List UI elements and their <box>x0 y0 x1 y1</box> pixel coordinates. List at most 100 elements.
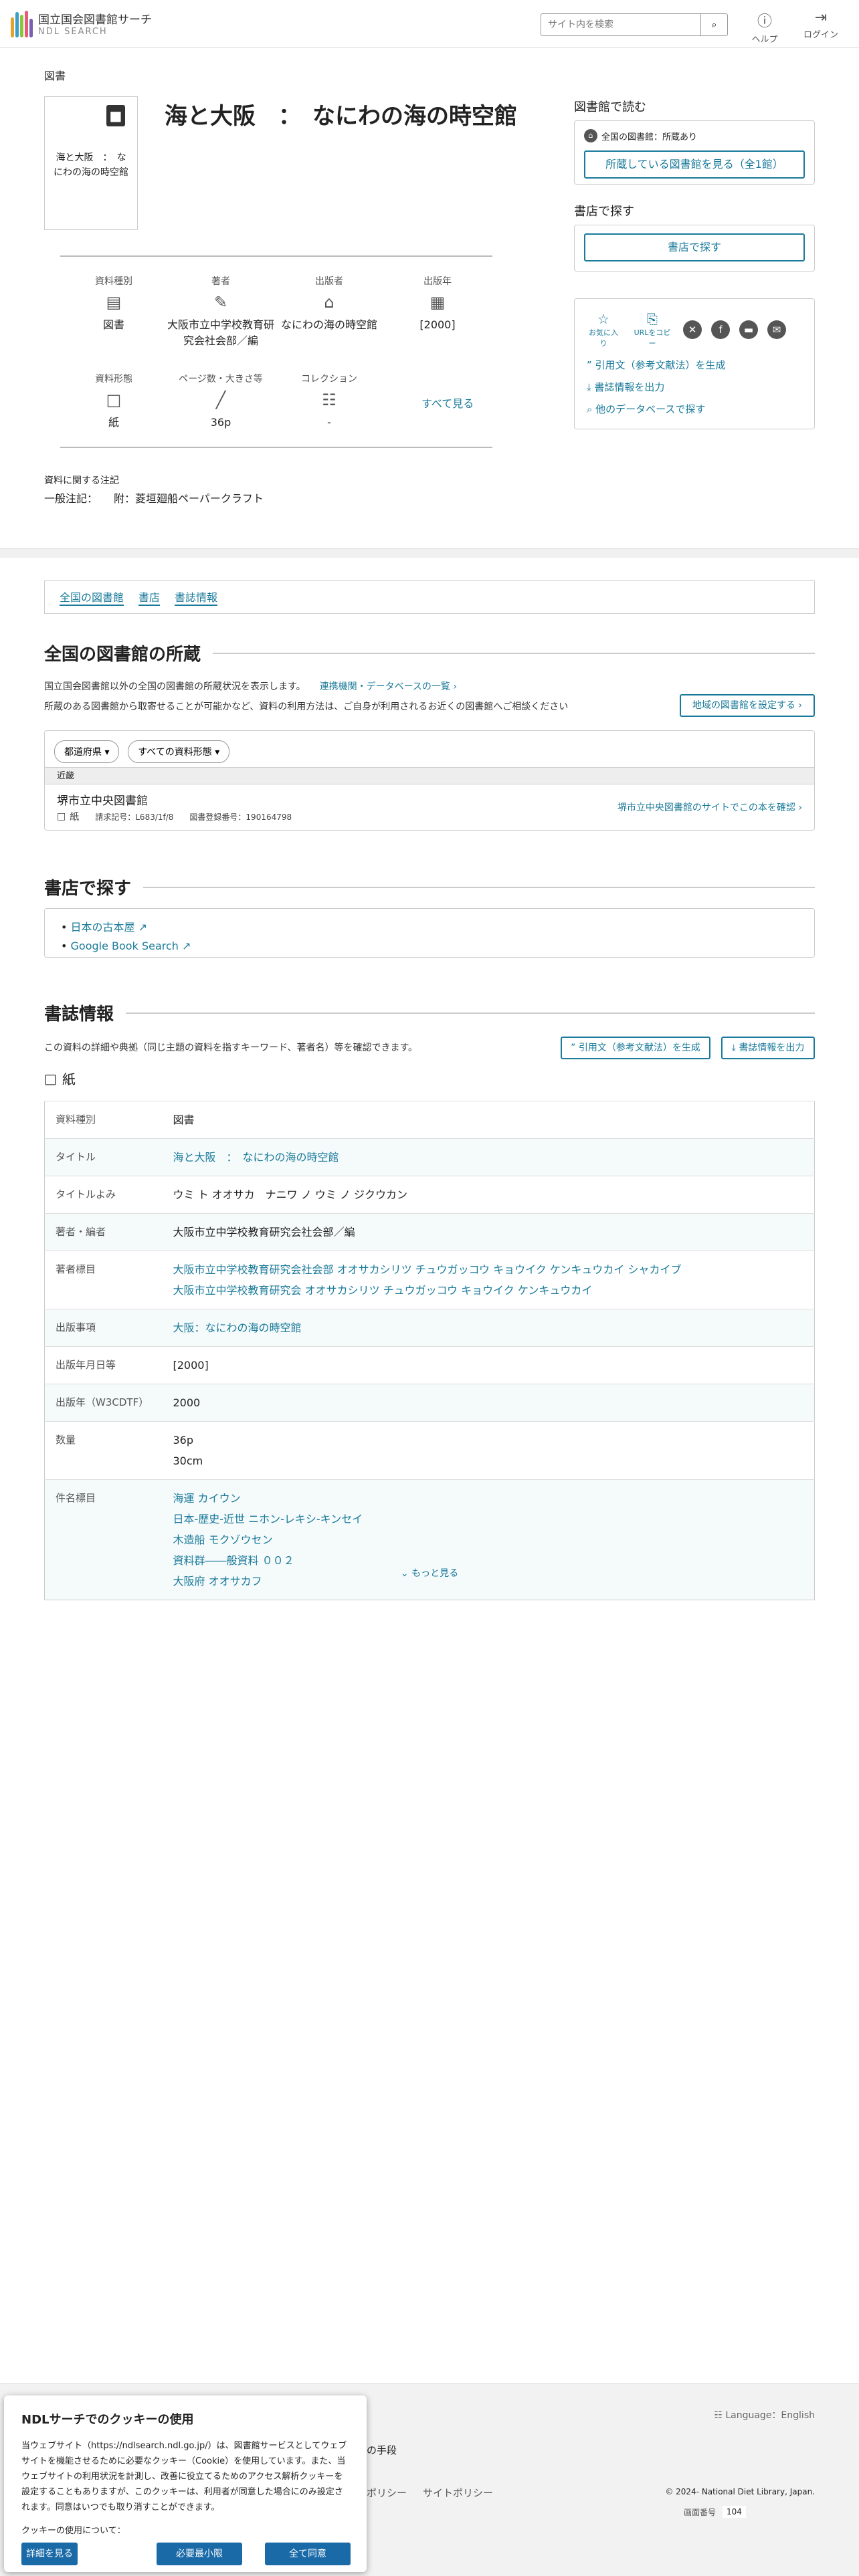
calendar-icon: ▦ <box>430 293 446 312</box>
cookie-title: NDLサーチでのクッキーの使用 <box>21 2413 194 2427</box>
favorite-button[interactable]: ☆ お気に入り <box>585 311 622 348</box>
facebook-share-icon[interactable]: f <box>711 320 730 339</box>
tab-bibliographic[interactable]: 書誌情報 <box>175 588 218 606</box>
meta-label: 資料種別 <box>95 276 132 287</box>
bib-value-link[interactable]: 海運 カイウン <box>173 1488 804 1509</box>
library-site-label: 堺市立中央図書館のサイトでこの本を確認 <box>617 802 795 813</box>
bib-row: タイトルよみ ウミ ト オオサカ ナニワ ノ ウミ ノ ジクウカン <box>44 1176 815 1214</box>
bib-value-link[interactable]: 大阪市立中学校教育研究会 オオサカシリツ チュウガッコウ キョウイク ケンキュウ… <box>173 1280 804 1301</box>
chevron-right-icon: › <box>798 802 802 813</box>
library-site-link[interactable]: 堺市立中央図書館のサイトでこの本を確認 › <box>617 800 802 814</box>
bib-key: タイトルよみ <box>44 1176 163 1214</box>
bib-export-button[interactable]: ⤓ 書誌情報を出力 <box>721 1037 815 1059</box>
search-input[interactable] <box>541 13 701 36</box>
general-note: 一般注記： 附：菱垣廻船ペーパークラフト <box>44 492 264 505</box>
chevron-right-icon: › <box>453 681 457 692</box>
bib-key: 出版年（W3CDTF） <box>44 1384 163 1422</box>
cookie-body: 当ウェブサイト（https://ndlsearch.ndl.go.jp/）は、図… <box>21 2441 347 2512</box>
line-share-icon[interactable]: ▬ <box>739 320 758 339</box>
filters: 都道府県 ▾ すべての資料形態 ▾ <box>54 740 235 763</box>
view-libraries-button[interactable]: 所蔵している図書館を見る（全1館） <box>584 150 805 179</box>
bib-value-text: 30cm <box>173 1455 203 1467</box>
footer-link[interactable]: サイトポリシー <box>423 2486 493 2500</box>
bib-key: 著者標目 <box>44 1251 163 1309</box>
bib-value-link[interactable]: 海と大阪 ： なにわの海の時空館 <box>173 1147 804 1168</box>
shop-link-google[interactable]: Google Book Search ↗ <box>71 940 191 952</box>
shop-link-label: 日本の古本屋 <box>70 921 135 934</box>
bib-key: タイトル <box>44 1138 163 1176</box>
book-type-icon: ▤ <box>106 293 122 312</box>
other-db-link[interactable]: ⌕ 他のデータベースで探す <box>575 398 814 420</box>
x-share-icon[interactable]: ✕ <box>683 320 702 339</box>
cookie-necessary-button[interactable]: 必要最小限 <box>157 2543 242 2565</box>
book-icon: ■ <box>106 105 125 126</box>
mail-share-icon[interactable]: ✉ <box>767 320 786 339</box>
login-button[interactable]: ⇥ ログイン <box>797 9 844 40</box>
help-button[interactable]: ⓘ ヘルプ <box>741 9 788 45</box>
prefecture-filter-label: 都道府県 <box>64 747 102 758</box>
shops-heading: 書店で探す <box>44 875 815 899</box>
bib-value: 図書 <box>162 1101 815 1139</box>
bib-format-label: 紙 <box>62 1071 76 1087</box>
bib-row: タイトル 海と大阪 ： なにわの海の時空館 <box>44 1138 815 1176</box>
site-search: ⌕ <box>541 13 728 36</box>
share-row: ☆ お気に入り ⎘ URLをコピー ✕ f ▬ ✉ <box>575 299 814 354</box>
shop-link-label: Google Book Search <box>70 940 179 952</box>
footer-link[interactable]: ポリシー <box>367 2486 407 2500</box>
search-icon: ⌕ <box>587 403 596 415</box>
meta-label: 出版者 <box>315 276 343 287</box>
help-icon: ⓘ <box>757 13 772 30</box>
tab-bookstores[interactable]: 書店 <box>138 588 161 606</box>
shop-link-kosho[interactable]: 日本の古本屋 ↗ <box>71 921 148 934</box>
tab-libraries[interactable]: 全国の図書館 <box>60 588 124 606</box>
bib-cite-button[interactable]: ” 引用文（参考文献法）を生成 <box>561 1037 710 1059</box>
show-more-button[interactable]: ⌄ もっと見る <box>0 1566 859 1580</box>
meta-label: 著者 <box>211 276 230 287</box>
bib-row: 著者標目 大阪市立中学校教育研究会社会部 オオサカシリツ チュウガッコウ キョウイ… <box>44 1251 815 1309</box>
language-switch[interactable]: ☷ Language：English <box>714 2408 815 2422</box>
book-thumbnail: ■ 海と大阪 ： なにわの海の時空館 <box>44 96 138 230</box>
meta-pages: ページ数・大きさ等 ╱ 36p <box>167 372 274 431</box>
language-icon: ☷ <box>714 2410 723 2421</box>
meta-value: [2000] <box>419 318 456 331</box>
bib-heading-text: 書誌情報 <box>44 1004 114 1025</box>
site-logo[interactable]: 国立国会図書館サーチ NDL SEARCH <box>11 9 152 37</box>
meta-label: コレクション <box>301 374 357 385</box>
cite-link[interactable]: ” 引用文（参考文献法）を生成 <box>575 354 814 376</box>
prefecture-filter[interactable]: 都道府県 ▾ <box>54 740 120 763</box>
screen-number-value: 104 <box>723 2506 746 2518</box>
search-bookstore-button[interactable]: 書店で探す <box>584 233 805 261</box>
bib-key: 出版事項 <box>44 1309 163 1347</box>
bib-value-link[interactable]: 日本-歴史-近世 ニホン-レキシ-キンセイ <box>173 1509 804 1529</box>
meta-collection: コレクション ☷ - <box>276 372 383 431</box>
export-label: 書誌情報を出力 <box>594 381 665 393</box>
cookie-dialog: NDLサーチでのクッキーの使用 当ウェブサイト（https://ndlsearc… <box>4 2395 367 2572</box>
cookie-accept-button[interactable]: 全て同意 <box>265 2543 351 2565</box>
download-icon: ⤓ <box>587 381 595 393</box>
bib-value-link[interactable]: 木造船 モクゾウセン <box>173 1529 804 1550</box>
see-all-link[interactable]: すべて見る <box>421 395 474 411</box>
bib-row: 数量 36p 30cm <box>44 1421 815 1480</box>
shop-item: • 日本の古本屋 ↗ <box>61 921 148 934</box>
bib-value-link[interactable]: 大阪：なにわの海の時空館 <box>173 1317 804 1338</box>
holding-format: 紙 <box>70 812 80 823</box>
screen-number: 画面番号 104 <box>684 2506 746 2518</box>
bib-value-text: [2000] <box>173 1359 209 1372</box>
type-filter[interactable]: すべての資料形態 ▾ <box>128 740 230 763</box>
read-box: ⌂ 全国の図書館：所蔵あり 所蔵している図書館を見る（全1館） <box>574 120 815 185</box>
cookie-details-button[interactable]: 詳細を見る <box>21 2543 78 2565</box>
set-region-button[interactable]: 地域の図書館を設定する › <box>680 694 815 717</box>
share-box: ☆ お気に入り ⎘ URLをコピー ✕ f ▬ ✉ ” 引用文（参考文献法）を生成 … <box>574 298 815 429</box>
partner-list-link[interactable]: 連携機関・データベースの一覧 › <box>320 681 457 692</box>
footer-link[interactable]: の手段 <box>367 2443 397 2457</box>
cookie-usage: クッキーの使用について： <box>21 2526 126 2536</box>
copy-url-button[interactable]: ⎘ URLをコピー <box>631 311 674 348</box>
search-button[interactable]: ⌕ <box>701 13 728 36</box>
page-title: 海と大阪 ： なにわの海の時空館 <box>165 103 517 130</box>
bib-value-link[interactable]: 大阪市立中学校教育研究会社会部 オオサカシリツ チュウガッコウ キョウイク ケン… <box>173 1259 804 1280</box>
export-link[interactable]: ⤓ 書誌情報を出力 <box>575 376 814 398</box>
meta-value: なにわの海の時空館 <box>280 318 377 331</box>
meta-value: 大阪市立中学校教育研究会社会部／編 <box>167 318 275 347</box>
external-link-icon: ↗ <box>182 940 191 952</box>
call-number: 請求記号：L683/1f/8 図書登録番号：190164798 <box>95 812 292 822</box>
